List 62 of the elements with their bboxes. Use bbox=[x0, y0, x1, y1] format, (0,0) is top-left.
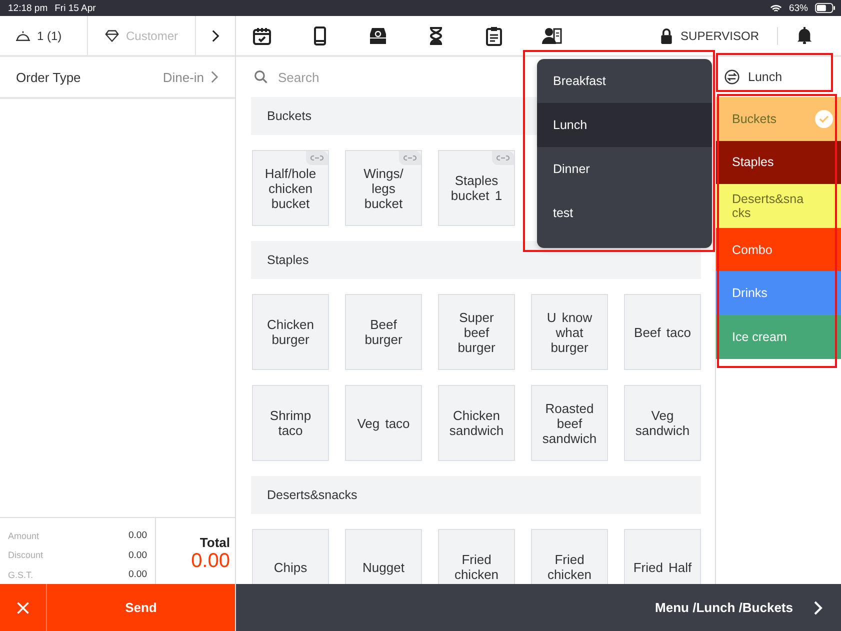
menu-selector-button[interactable]: Lunch bbox=[716, 57, 841, 97]
summary-value: 0.00 bbox=[128, 530, 147, 542]
menu-item-tile[interactable]: Beef burger bbox=[345, 294, 422, 370]
section-header: Staples bbox=[251, 241, 701, 279]
order-type-row[interactable]: Order Type Dine-in bbox=[0, 57, 235, 99]
menu-item-tile[interactable]: Wings/ legs bucket bbox=[345, 150, 422, 226]
search-icon bbox=[254, 70, 268, 84]
summary-value: 0.00 bbox=[128, 569, 147, 580]
swap-icon bbox=[724, 69, 740, 85]
diamond-icon bbox=[103, 28, 121, 42]
checkmark-icon bbox=[815, 110, 833, 128]
menu-item-tile[interactable]: Veg taco bbox=[345, 385, 422, 461]
summary-label: Discount bbox=[8, 550, 44, 560]
menu-option[interactable]: Dinner bbox=[537, 147, 712, 191]
breadcrumb: Menu /Lunch /Buckets bbox=[655, 600, 793, 615]
menu-item-tile[interactable]: Half/hole chicken bucket bbox=[252, 150, 329, 226]
battery-percent: 63% bbox=[788, 2, 808, 14]
calendar-icon[interactable] bbox=[252, 26, 272, 46]
menu-item-tile[interactable]: Fried chicken bbox=[531, 529, 608, 584]
cash-drawer-icon[interactable] bbox=[368, 26, 388, 46]
total-value: 0.00 bbox=[191, 550, 230, 573]
menu-item-tile[interactable]: Chicken burger bbox=[252, 294, 329, 370]
chevron-right-icon bbox=[211, 28, 220, 42]
menu-option[interactable]: Lunch bbox=[537, 103, 712, 147]
category-button[interactable]: Deserts&snacks bbox=[716, 184, 841, 228]
battery-icon bbox=[815, 3, 835, 13]
menu-item-tile[interactable]: Veg sandwich bbox=[624, 385, 701, 461]
clipboard-icon[interactable] bbox=[484, 26, 504, 46]
category-button[interactable]: Staples bbox=[716, 140, 841, 184]
menu-item-tile[interactable]: Nugget bbox=[345, 529, 422, 584]
menu-item-tile[interactable]: Beef taco bbox=[624, 294, 701, 370]
menu-item-tile[interactable]: U know what burger bbox=[531, 294, 608, 370]
status-time: 12:18 pm bbox=[8, 2, 48, 14]
chevron-right-icon bbox=[210, 70, 219, 84]
close-icon bbox=[16, 600, 30, 614]
category-button[interactable]: Buckets bbox=[716, 97, 841, 141]
order-type-label: Order Type bbox=[16, 70, 82, 84]
cloche-icon bbox=[14, 28, 32, 42]
wifi-icon bbox=[770, 4, 782, 12]
guests-button[interactable]: 1 (1) bbox=[0, 16, 88, 55]
menu-item-tile[interactable]: Roasted beef sandwich bbox=[531, 385, 608, 461]
chevron-right-icon[interactable] bbox=[813, 600, 823, 616]
menu-option[interactable]: test bbox=[537, 191, 712, 235]
menu-item-tile[interactable]: Fried Half bbox=[624, 529, 701, 584]
section-header: Deserts&snacks bbox=[251, 476, 701, 514]
summary-label: G.S.T. bbox=[8, 570, 34, 580]
menu-item-tile[interactable]: Shrimp taco bbox=[252, 385, 329, 461]
staff-icon[interactable] bbox=[542, 26, 562, 46]
lock-icon bbox=[660, 28, 673, 44]
summary-label: Amount bbox=[8, 530, 40, 541]
total-label: Total bbox=[200, 535, 230, 550]
menu-item-tile[interactable]: Fried chicken bbox=[438, 529, 515, 584]
menu-item-tile[interactable]: Staples bucket 1 bbox=[438, 150, 515, 226]
bell-icon[interactable] bbox=[796, 27, 813, 44]
category-button[interactable]: Combo bbox=[716, 228, 841, 272]
menu-item-tile[interactable]: Chips bbox=[252, 529, 329, 584]
menu-item-tile[interactable]: Chicken sandwich bbox=[438, 385, 515, 461]
order-type-value: Dine-in bbox=[162, 70, 204, 84]
supervisor-button[interactable]: SUPERVISOR bbox=[660, 28, 759, 44]
summary-value: 0.00 bbox=[128, 550, 147, 561]
status-date: Fri 15 Apr bbox=[54, 2, 96, 14]
menu-item-tile[interactable]: Super beef burger bbox=[438, 294, 515, 370]
